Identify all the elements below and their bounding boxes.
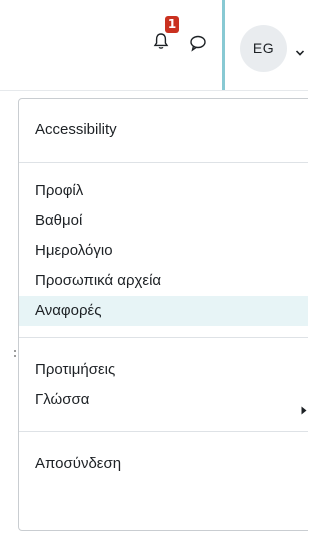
resize-handle bbox=[14, 348, 16, 364]
caret-right-icon bbox=[301, 396, 307, 415]
menu-item-reports[interactable]: Αναφορές bbox=[19, 296, 308, 326]
menu-separator bbox=[19, 431, 308, 432]
navbar-bottom-border bbox=[0, 90, 308, 91]
menu-item-logout[interactable]: Αποσύνδεση bbox=[19, 449, 308, 479]
menu-separator bbox=[19, 162, 308, 163]
menu-item-grades[interactable]: Βαθμοί bbox=[19, 206, 308, 236]
notification-count-badge: 1 bbox=[165, 16, 179, 33]
chevron-down-icon[interactable] bbox=[295, 44, 305, 56]
menu-item-profile[interactable]: Προφίλ bbox=[19, 176, 308, 206]
menu-item-language[interactable]: Γλώσσα bbox=[19, 385, 308, 415]
menu-item-language-label: Γλώσσα bbox=[35, 391, 90, 408]
user-avatar[interactable]: EG bbox=[240, 25, 287, 72]
bell-icon[interactable] bbox=[153, 32, 169, 50]
top-navbar: 1 EG bbox=[0, 0, 308, 90]
chat-bubble-icon[interactable] bbox=[189, 34, 207, 52]
page: 1 EG Accessibility Προφίλ Βαθμοί Ημερολό… bbox=[0, 0, 308, 545]
menu-item-preferences[interactable]: Προτιμήσεις bbox=[19, 355, 308, 385]
menu-item-calendar[interactable]: Ημερολόγιο bbox=[19, 236, 308, 266]
menu-item-accessibility[interactable]: Accessibility bbox=[19, 115, 308, 145]
menu-item-private-files[interactable]: Προσωπικά αρχεία bbox=[19, 266, 308, 296]
navbar-accent-divider bbox=[222, 0, 225, 90]
user-dropdown-menu: Accessibility Προφίλ Βαθμοί Ημερολόγιο Π… bbox=[18, 98, 308, 531]
menu-separator bbox=[19, 337, 308, 338]
